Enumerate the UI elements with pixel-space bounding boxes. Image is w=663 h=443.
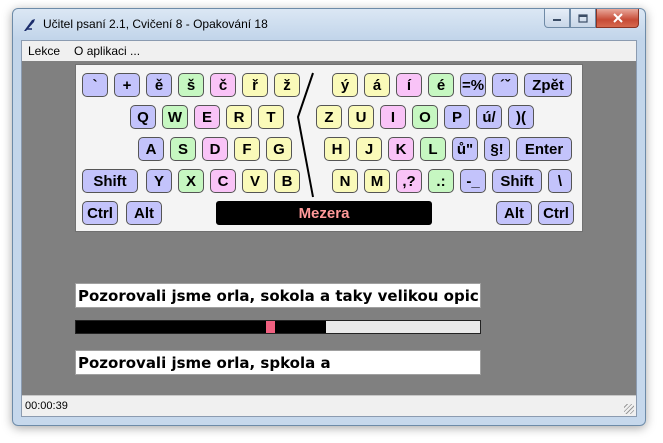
key-e[interactable]: E bbox=[194, 105, 220, 129]
key-u[interactable]: U bbox=[348, 105, 374, 129]
key-n[interactable]: N bbox=[332, 169, 358, 193]
key-backslash[interactable]: \ bbox=[548, 169, 572, 193]
close-icon[interactable] bbox=[596, 9, 639, 28]
key-e-caron[interactable]: ě bbox=[146, 73, 172, 97]
typed-text-input[interactable]: Pozorovali jsme orla, spkola a bbox=[75, 350, 481, 375]
app-window: Učitel psaní 2.1, Cvičení 8 - Opakování … bbox=[12, 8, 646, 426]
key-t[interactable]: T bbox=[258, 105, 284, 129]
key-alt-right[interactable]: Alt bbox=[496, 201, 532, 225]
minimize-icon[interactable] bbox=[544, 9, 570, 28]
key-shift-left[interactable]: Shift bbox=[82, 169, 138, 193]
key-v[interactable]: V bbox=[242, 169, 268, 193]
key-q[interactable]: Q bbox=[130, 105, 156, 129]
key-g[interactable]: G bbox=[266, 137, 292, 161]
key-i-acute[interactable]: í bbox=[396, 73, 422, 97]
key-equals-percent[interactable]: =% bbox=[460, 73, 486, 97]
key-r[interactable]: R bbox=[226, 105, 252, 129]
key-c-caron[interactable]: č bbox=[210, 73, 236, 97]
key-b[interactable]: B bbox=[274, 169, 300, 193]
key-o[interactable]: O bbox=[412, 105, 438, 129]
progress-marker bbox=[266, 321, 275, 333]
key-period[interactable]: .: bbox=[428, 169, 454, 193]
menu-about[interactable]: O aplikaci ... bbox=[74, 43, 140, 59]
window-controls bbox=[544, 9, 639, 28]
key-comma[interactable]: ,? bbox=[396, 169, 422, 193]
on-screen-keyboard: ` + ě š č ř ž ý á í é =% ´ˇ Zpět Q W E R T Z U I O Pú/)( A S D F G H J… bbox=[75, 64, 583, 232]
key-ctrl-right[interactable]: Ctrl bbox=[538, 201, 574, 225]
feather-pen-icon bbox=[24, 19, 35, 31]
key-plus[interactable]: + bbox=[114, 73, 140, 97]
status-bar: 00:00:39 bbox=[22, 395, 636, 416]
key-r-caron[interactable]: ř bbox=[242, 73, 268, 97]
key-k[interactable]: K bbox=[388, 137, 414, 161]
key-w[interactable]: W bbox=[162, 105, 188, 129]
key-u-acute[interactable]: ú/ bbox=[476, 105, 502, 129]
key-a-acute[interactable]: á bbox=[364, 73, 390, 97]
key-p[interactable]: P bbox=[444, 105, 470, 129]
key-a[interactable]: A bbox=[138, 137, 164, 161]
key-alt-left[interactable]: Alt bbox=[126, 201, 162, 225]
title-bar[interactable]: Učitel psaní 2.1, Cvičení 8 - Opakování … bbox=[13, 9, 645, 39]
client-area: Lekce O aplikaci ... ` + ě š č ř ž ý á í é =% ´ˇ Zpět… bbox=[21, 40, 637, 417]
key-backtick[interactable]: ` bbox=[82, 73, 108, 97]
progress-bar bbox=[75, 320, 481, 334]
menu-bar: Lekce O aplikaci ... bbox=[22, 41, 636, 61]
menu-lekce[interactable]: Lekce bbox=[28, 43, 60, 59]
key-f[interactable]: F bbox=[234, 137, 260, 161]
window-title: Učitel psaní 2.1, Cvičení 8 - Opakování … bbox=[43, 17, 268, 31]
key-x[interactable]: X bbox=[178, 169, 204, 193]
key-shift-right[interactable]: Shift bbox=[492, 169, 542, 193]
key-i[interactable]: I bbox=[380, 105, 406, 129]
key-j[interactable]: J bbox=[356, 137, 382, 161]
key-enter[interactable]: Enter bbox=[516, 137, 572, 161]
resize-grip-icon[interactable] bbox=[624, 404, 634, 414]
key-s[interactable]: S bbox=[170, 137, 196, 161]
key-z[interactable]: Z bbox=[316, 105, 342, 129]
key-paren[interactable]: )( bbox=[508, 105, 534, 129]
key-s-caron[interactable]: š bbox=[178, 73, 204, 97]
key-e-acute[interactable]: é bbox=[428, 73, 454, 97]
elapsed-time: 00:00:39 bbox=[25, 400, 68, 412]
key-d[interactable]: D bbox=[202, 137, 228, 161]
key-c[interactable]: C bbox=[210, 169, 236, 193]
key-z-caron[interactable]: ž bbox=[274, 73, 300, 97]
key-y-acute[interactable]: ý bbox=[332, 73, 358, 97]
maximize-icon[interactable] bbox=[570, 9, 596, 28]
progress-fill bbox=[76, 321, 326, 333]
key-space[interactable]: Mezera bbox=[216, 201, 432, 225]
key-l[interactable]: L bbox=[420, 137, 446, 161]
key-ctrl-left[interactable]: Ctrl bbox=[82, 201, 118, 225]
key-y[interactable]: Y bbox=[146, 169, 172, 193]
key-u-ring[interactable]: ů" bbox=[452, 137, 478, 161]
key-minus[interactable]: -_ bbox=[460, 169, 486, 193]
key-acute-caron[interactable]: ´ˇ bbox=[492, 73, 518, 97]
key-backspace[interactable]: Zpět bbox=[524, 73, 572, 97]
target-text: Pozorovali jsme orla, sokola a taky veli… bbox=[75, 283, 481, 308]
key-h[interactable]: H bbox=[324, 137, 350, 161]
practice-area: ` + ě š č ř ž ý á í é =% ´ˇ Zpět Q W E R T Z U I O Pú/)( A S D F G H J… bbox=[22, 61, 636, 396]
key-section[interactable]: §! bbox=[484, 137, 510, 161]
key-m[interactable]: M bbox=[364, 169, 390, 193]
